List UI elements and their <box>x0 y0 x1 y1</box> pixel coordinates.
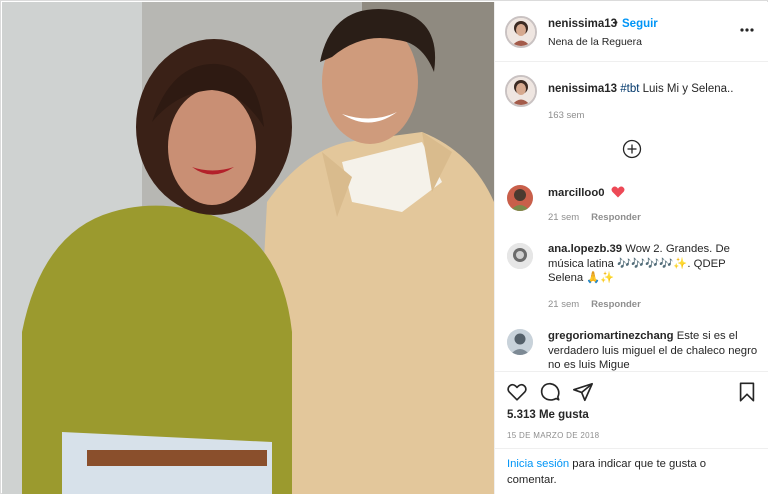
post-window: nenissima13 • Seguir Nena de la Reguera <box>0 0 768 494</box>
avatar-image <box>507 18 535 46</box>
reply-button[interactable]: Responder <box>591 212 641 223</box>
more-icon[interactable] <box>739 22 755 38</box>
comment-time[interactable]: 21 sem <box>548 299 579 310</box>
likes-count[interactable]: 5.313 Me gusta <box>507 409 589 421</box>
post-photo-image <box>2 2 494 494</box>
comment-time[interactable]: 21 sem <box>548 212 579 223</box>
comment-meta: 21 sem Responder <box>548 299 641 310</box>
heart-icon[interactable] <box>506 381 528 403</box>
avatar-image <box>507 185 533 211</box>
comment-username[interactable]: marcilloo0 <box>548 187 605 199</box>
share-icon[interactable] <box>572 381 594 403</box>
follow-button[interactable]: Seguir <box>622 18 658 30</box>
avatar-image <box>507 243 533 269</box>
comment-text: ana.lopezb.39 Wow 2. Grandes. De música … <box>548 242 762 286</box>
comments-list[interactable]: nenissima13 #tbt Luis Mi y Selena.. 163 … <box>495 63 768 371</box>
post-header: nenissima13 • Seguir Nena de la Reguera <box>495 2 768 62</box>
plus-circle-icon[interactable] <box>622 139 642 159</box>
comment-text: gregoriomartinezchang Este si es el verd… <box>548 329 762 371</box>
caption-hashtag[interactable]: #tbt <box>620 83 639 95</box>
separator-dot: • <box>614 17 618 29</box>
commenter-avatar[interactable] <box>507 329 533 355</box>
caption-time[interactable]: 163 sem <box>548 110 584 121</box>
post-side-panel: nenissima13 • Seguir Nena de la Reguera <box>494 2 768 494</box>
comment-username[interactable]: gregoriomartinezchang <box>548 330 674 342</box>
post-location[interactable]: Nena de la Reguera <box>548 36 642 48</box>
caption-body: Luis Mi y Selena.. <box>639 83 734 95</box>
post-photo[interactable] <box>2 2 494 494</box>
caption-avatar[interactable] <box>505 75 537 107</box>
comment-text: marcilloo0 <box>548 186 762 201</box>
login-prompt: Inicia sesión para indicar que te gusta … <box>495 448 768 494</box>
comment-meta: 21 sem Responder <box>548 212 641 223</box>
avatar-image <box>507 329 533 355</box>
post-date[interactable]: 15 DE MARZO DE 2018 <box>507 431 599 440</box>
comment-username[interactable]: ana.lopezb.39 <box>548 243 622 255</box>
login-link[interactable]: Inicia sesión <box>507 458 569 470</box>
caption-username[interactable]: nenissima13 <box>548 83 617 95</box>
caption-text: nenissima13 #tbt Luis Mi y Selena.. <box>548 83 758 95</box>
commenter-avatar[interactable] <box>507 185 533 211</box>
reply-button[interactable]: Responder <box>591 299 641 310</box>
comment-icon[interactable] <box>539 381 561 403</box>
bookmark-icon[interactable] <box>736 381 758 403</box>
author-avatar[interactable] <box>505 16 537 48</box>
author-username[interactable]: nenissima13 <box>548 18 617 30</box>
red-heart-icon <box>611 186 625 198</box>
avatar-image <box>507 77 535 105</box>
post-actions: 5.313 Me gusta 15 DE MARZO DE 2018 Inici… <box>495 371 768 494</box>
commenter-avatar[interactable] <box>507 243 533 269</box>
